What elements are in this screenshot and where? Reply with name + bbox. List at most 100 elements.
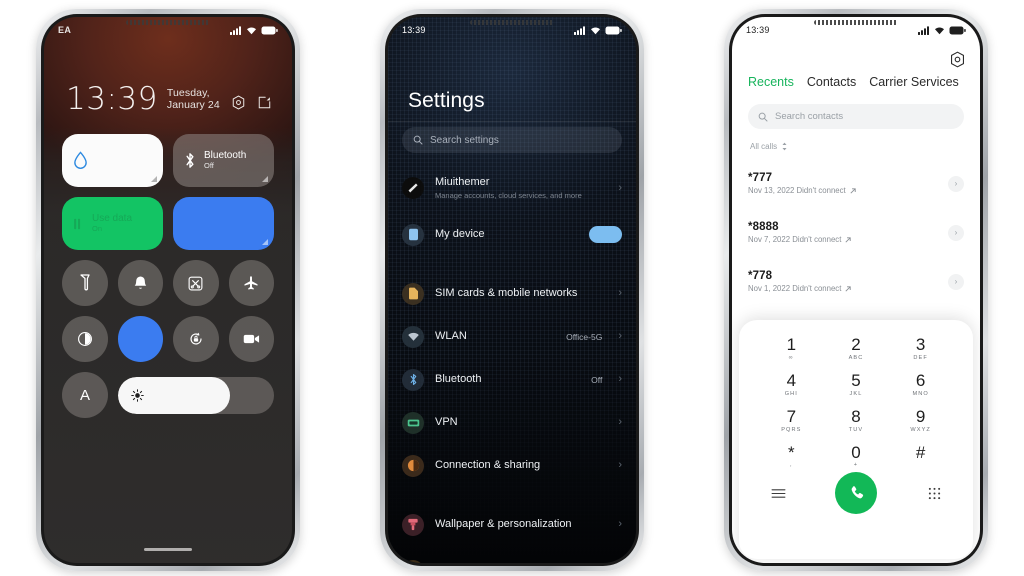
sync-toggle[interactable] xyxy=(117,316,163,362)
settings-item-label: SIM cards & mobile networks xyxy=(435,286,578,299)
dialpad-digit: 1 xyxy=(786,335,797,354)
call-log-row[interactable]: *777 Nov 13, 2022 Didn't connect › xyxy=(732,159,980,208)
dialpad-subtext: WXYZ xyxy=(910,426,931,433)
screen-recorder-toggle[interactable] xyxy=(228,316,274,362)
outgoing-call-arrow-icon xyxy=(845,285,852,292)
water-drop-tile[interactable] xyxy=(62,134,163,187)
settings-list: Miuithemer Manage accounts, cloud servic… xyxy=(388,163,636,563)
home-indicator[interactable] xyxy=(144,548,192,551)
bluetooth-tile[interactable]: Bluetooth Off xyxy=(173,134,274,187)
settings-item-vpn[interactable]: VPN › xyxy=(388,401,636,444)
call-button[interactable] xyxy=(835,472,877,515)
dialpad-key-hash[interactable]: # xyxy=(888,441,953,471)
quick-toggle-row-1 xyxy=(62,260,274,306)
data-icon xyxy=(74,218,81,229)
tab-recents[interactable]: Recents xyxy=(748,75,794,89)
tile-expand-corner xyxy=(262,176,268,182)
my-device-toggle[interactable] xyxy=(589,226,622,243)
settings-hex-icon[interactable] xyxy=(231,95,246,110)
brightness-slider[interactable] xyxy=(118,376,274,414)
settings-item-always-on-display[interactable]: Always-on display & Lock screen › xyxy=(388,546,636,563)
call-log-row[interactable]: *8888 Nov 7, 2022 Didn't connect › xyxy=(732,208,980,257)
carrier-label: EA xyxy=(58,25,72,35)
flashlight-toggle[interactable] xyxy=(62,260,108,306)
dialpad-key-4[interactable]: 4 GHI xyxy=(759,369,824,399)
search-settings-input[interactable]: Search settings xyxy=(402,127,622,153)
screen-dialer: 13:39 Recents Contacts Carrier Services xyxy=(732,17,980,563)
wifi-tile[interactable] xyxy=(173,197,274,250)
edit-icon[interactable] xyxy=(257,95,272,110)
airplane-mode-toggle[interactable] xyxy=(228,260,274,306)
earpiece-speaker xyxy=(126,20,210,25)
chevron-right-icon: › xyxy=(618,181,622,194)
phone-bezel: 13:39 Recents Contacts Carrier Services xyxy=(729,14,983,566)
statusbar-time: 13:39 xyxy=(746,25,770,35)
dialpad-key-star[interactable]: * , xyxy=(759,441,824,471)
control-center-tile-row-1: Bluetooth Off xyxy=(62,134,274,187)
dialpad-digit: * xyxy=(788,442,795,462)
dialpad-key-0[interactable]: 0 + xyxy=(824,441,889,471)
tab-carrier-services[interactable]: Carrier Services xyxy=(869,75,959,89)
title-divider xyxy=(388,121,636,122)
airplane-icon xyxy=(244,276,258,290)
settings-item-label: Connection & sharing xyxy=(435,458,541,471)
call-log-row[interactable]: *778 Nov 1, 2022 Didn't connect › xyxy=(732,257,980,306)
page-title: Settings xyxy=(408,89,485,112)
dialpad-subtext xyxy=(888,462,953,469)
menu-lines-icon xyxy=(771,489,785,498)
control-center: Bluetooth Off Use data On A xyxy=(62,134,274,418)
call-filter-chip[interactable]: All calls xyxy=(750,142,788,151)
screenshot-scissors-icon xyxy=(188,276,203,290)
dark-mode-toggle[interactable] xyxy=(62,316,108,362)
dialpad-key-8[interactable]: 8 TUV xyxy=(824,405,889,435)
dialpad-key-1[interactable]: 1 ∞ xyxy=(759,333,824,363)
wifi-icon xyxy=(247,27,256,34)
settings-item-label: Miuithemer xyxy=(435,175,490,188)
mobile-data-tile-sub: On xyxy=(92,223,103,233)
chevron-right-icon[interactable]: › xyxy=(948,273,964,290)
dialpad-key-9[interactable]: 9 WXYZ xyxy=(888,405,953,435)
dialpad-key-6[interactable]: 6 MNO xyxy=(888,369,953,399)
clock-date: Tuesday, January 24 xyxy=(166,87,220,112)
dialpad-key-3[interactable]: 3 DEF xyxy=(888,333,953,363)
dialpad-subtext: PQRS xyxy=(781,426,802,433)
screenshot-toggle[interactable] xyxy=(173,260,219,306)
dialpad-subtext: GHI xyxy=(784,390,798,397)
settings-item-account[interactable]: Miuithemer Manage accounts, cloud servic… xyxy=(388,163,636,213)
dialpad-key-7[interactable]: 7 PQRS xyxy=(759,405,824,435)
earpiece-speaker xyxy=(470,20,554,25)
call-log-meta: Nov 13, 2022 Didn't connect xyxy=(748,186,846,195)
settings-gear-button[interactable] xyxy=(949,51,966,73)
keypad-dots-button[interactable] xyxy=(921,487,947,500)
settings-item-sim-cards[interactable]: SIM cards & mobile networks › xyxy=(388,272,636,315)
search-contacts-input[interactable]: Search contacts xyxy=(748,104,964,129)
dialpad-key-2[interactable]: 2 ABC xyxy=(824,333,889,363)
chevron-right-icon: › xyxy=(618,373,622,385)
settings-item-label: Bluetooth xyxy=(435,372,482,385)
mobile-data-tile[interactable]: Use data On xyxy=(62,197,163,250)
dialpad-subtext: , xyxy=(790,462,793,469)
battery-icon xyxy=(605,26,622,34)
settings-item-my-device[interactable]: My device xyxy=(388,213,636,256)
connection-sharing-icon xyxy=(402,454,424,477)
auto-brightness-label: A xyxy=(79,386,90,404)
rotation-lock-toggle[interactable] xyxy=(173,316,219,362)
chevron-right-icon[interactable]: › xyxy=(948,175,964,192)
sim-card-icon xyxy=(402,282,424,305)
settings-item-wallpaper[interactable]: Wallpaper & personalization › xyxy=(388,503,636,546)
phone-bezel: EA 13:39 Tuesday, January 24 Bluetooth O… xyxy=(41,14,295,566)
screen-settings: 13:39 Settings Search settings Miuitheme… xyxy=(388,17,636,563)
clock-time: 13:39 xyxy=(66,81,158,117)
chevron-right-icon: › xyxy=(618,459,622,471)
menu-lines-button[interactable] xyxy=(765,488,791,499)
settings-item-bluetooth[interactable]: Bluetooth Off › xyxy=(388,358,636,401)
dialpad-key-5[interactable]: 5 JKL xyxy=(824,369,889,399)
tab-contacts[interactable]: Contacts xyxy=(807,75,856,89)
auto-brightness-toggle[interactable]: A xyxy=(62,372,108,418)
settings-item-connection-sharing[interactable]: Connection & sharing › xyxy=(388,444,636,487)
chevron-right-icon[interactable]: › xyxy=(948,224,964,241)
settings-item-wlan[interactable]: WLAN Office-5G › xyxy=(388,315,636,358)
silent-toggle[interactable] xyxy=(117,260,163,306)
wifi-icon xyxy=(591,27,600,34)
dialpad-subtext: + xyxy=(853,462,859,469)
